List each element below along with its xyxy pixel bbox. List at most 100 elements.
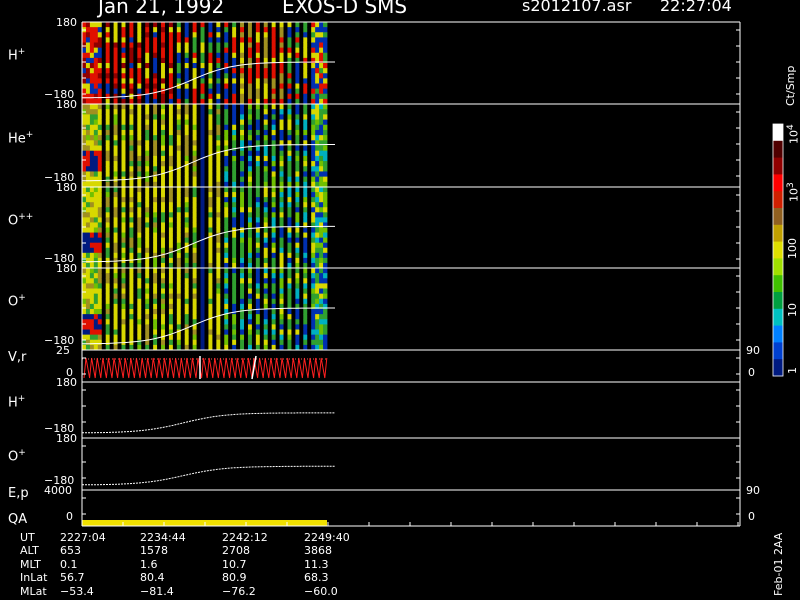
spectrogram-cell xyxy=(168,63,174,69)
spectrogram-cell xyxy=(196,166,201,172)
spectrogram-cell xyxy=(101,150,107,157)
spectrogram-cell xyxy=(188,247,194,254)
spectrogram-cell xyxy=(176,109,182,115)
spectrogram-cell xyxy=(85,68,91,74)
spectrogram-cell xyxy=(109,242,115,249)
spectrogram-cell xyxy=(180,217,186,223)
spectrogram-cell xyxy=(220,187,225,193)
spectrogram-cell xyxy=(121,334,126,341)
spectrogram-cell xyxy=(271,192,277,198)
spectrogram-cell xyxy=(168,22,174,28)
spectrogram-cell xyxy=(283,42,288,49)
spectrogram-cell xyxy=(180,283,186,289)
spectrogram-cell xyxy=(279,212,284,218)
spectrogram-cell xyxy=(279,339,284,346)
spectrogram-cell xyxy=(93,207,99,213)
spectrogram-cell xyxy=(172,93,178,100)
spectrogram-cell xyxy=(180,22,186,28)
spectrogram-cell xyxy=(161,145,166,152)
spectrogram-cell xyxy=(251,78,257,84)
spectrogram-cell xyxy=(315,124,320,131)
spectrogram-cell xyxy=(180,135,186,141)
spectrogram-cell xyxy=(271,161,277,167)
spectrogram-cell xyxy=(287,197,292,203)
spectrogram-cell xyxy=(157,27,162,33)
spectrogram-cell xyxy=(129,232,134,239)
spectrogram-cell xyxy=(176,257,182,264)
spectrogram-cell xyxy=(247,171,253,178)
spectrogram-cell xyxy=(319,176,324,183)
spectrogram-cell xyxy=(275,197,280,203)
spectrogram-cell xyxy=(97,283,103,289)
spectrogram-cell xyxy=(117,303,122,310)
spectrogram-cell xyxy=(228,114,233,120)
spectrogram-cell xyxy=(85,83,91,90)
spectrogram-cell xyxy=(89,140,95,146)
spectrogram-cell xyxy=(121,22,126,28)
spectrogram-cell xyxy=(283,32,288,38)
spectrogram-cell xyxy=(208,257,213,264)
spectrogram-cell xyxy=(180,212,186,218)
spectrogram-cell xyxy=(164,83,170,90)
spectrogram-cell xyxy=(287,88,292,95)
spectrogram-cell xyxy=(149,268,154,274)
spectrogram-cell xyxy=(259,52,265,59)
spectrogram-cell xyxy=(180,150,186,157)
spectrogram-cell xyxy=(287,78,292,84)
spectrogram-cell xyxy=(109,339,115,346)
spectrogram-cell xyxy=(263,119,269,126)
spectrogram-cell xyxy=(200,197,205,203)
spectrogram-cell xyxy=(101,166,107,172)
spectrogram-cell xyxy=(188,104,194,110)
spectrogram-cell xyxy=(153,257,158,264)
spectrogram-cell xyxy=(307,32,312,38)
spectrogram-cell xyxy=(236,22,241,28)
spectrogram-cell xyxy=(295,197,300,203)
spectrogram-cell xyxy=(121,129,126,136)
spectrogram-cell xyxy=(89,227,95,233)
spectrogram-cell xyxy=(97,217,103,223)
spectrogram-cell xyxy=(137,83,142,90)
spectrogram-cell xyxy=(188,22,194,28)
spectrogram-cell xyxy=(275,257,280,264)
spectrogram-cell xyxy=(121,227,126,233)
spectrogram-cell xyxy=(255,176,261,183)
spectrogram-cell xyxy=(255,119,261,126)
spectrogram-cell xyxy=(180,314,186,320)
spectrogram-cell xyxy=(192,119,197,126)
spectrogram-cell xyxy=(105,329,111,336)
spectrogram-cell xyxy=(287,27,292,33)
spectrogram-cell xyxy=(303,242,308,249)
spectrogram-cell xyxy=(125,47,130,54)
spectrogram-cell xyxy=(129,324,134,330)
spectrogram-cell xyxy=(275,63,280,69)
spectrogram-cell xyxy=(117,129,122,136)
spectrogram-cell xyxy=(228,298,233,305)
spectrogram-cell xyxy=(200,52,205,59)
spectrogram-cell xyxy=(129,237,134,244)
spectrogram-cell xyxy=(315,227,320,233)
spectrogram-cell xyxy=(228,155,233,162)
spectrogram-cell xyxy=(287,257,292,264)
spectrogram-cell xyxy=(109,22,115,28)
spectrogram-cell xyxy=(172,114,178,120)
spectrogram-cell xyxy=(82,176,87,183)
spectrogram-cell xyxy=(133,27,138,33)
spectrogram-cell xyxy=(109,207,115,213)
spectrogram-cell xyxy=(101,293,107,300)
spectrogram-cell xyxy=(89,339,95,346)
spectrogram-cell xyxy=(291,171,296,178)
spectrogram-cell xyxy=(161,187,166,193)
spectrogram-cell xyxy=(244,37,249,43)
spectrogram-cell xyxy=(157,202,162,208)
spectrogram-cell xyxy=(180,47,186,54)
spectrogram-cell xyxy=(117,166,122,172)
spectrogram-cell xyxy=(93,104,99,110)
spectrogram-cell xyxy=(145,109,150,115)
spectrogram-cell xyxy=(244,47,249,54)
table-row-name: MLT xyxy=(20,557,41,571)
spectrogram-cell xyxy=(121,145,126,152)
spectrogram-cell xyxy=(157,324,162,330)
spectrogram-cell xyxy=(287,334,292,341)
spectrogram-cell xyxy=(232,217,237,223)
